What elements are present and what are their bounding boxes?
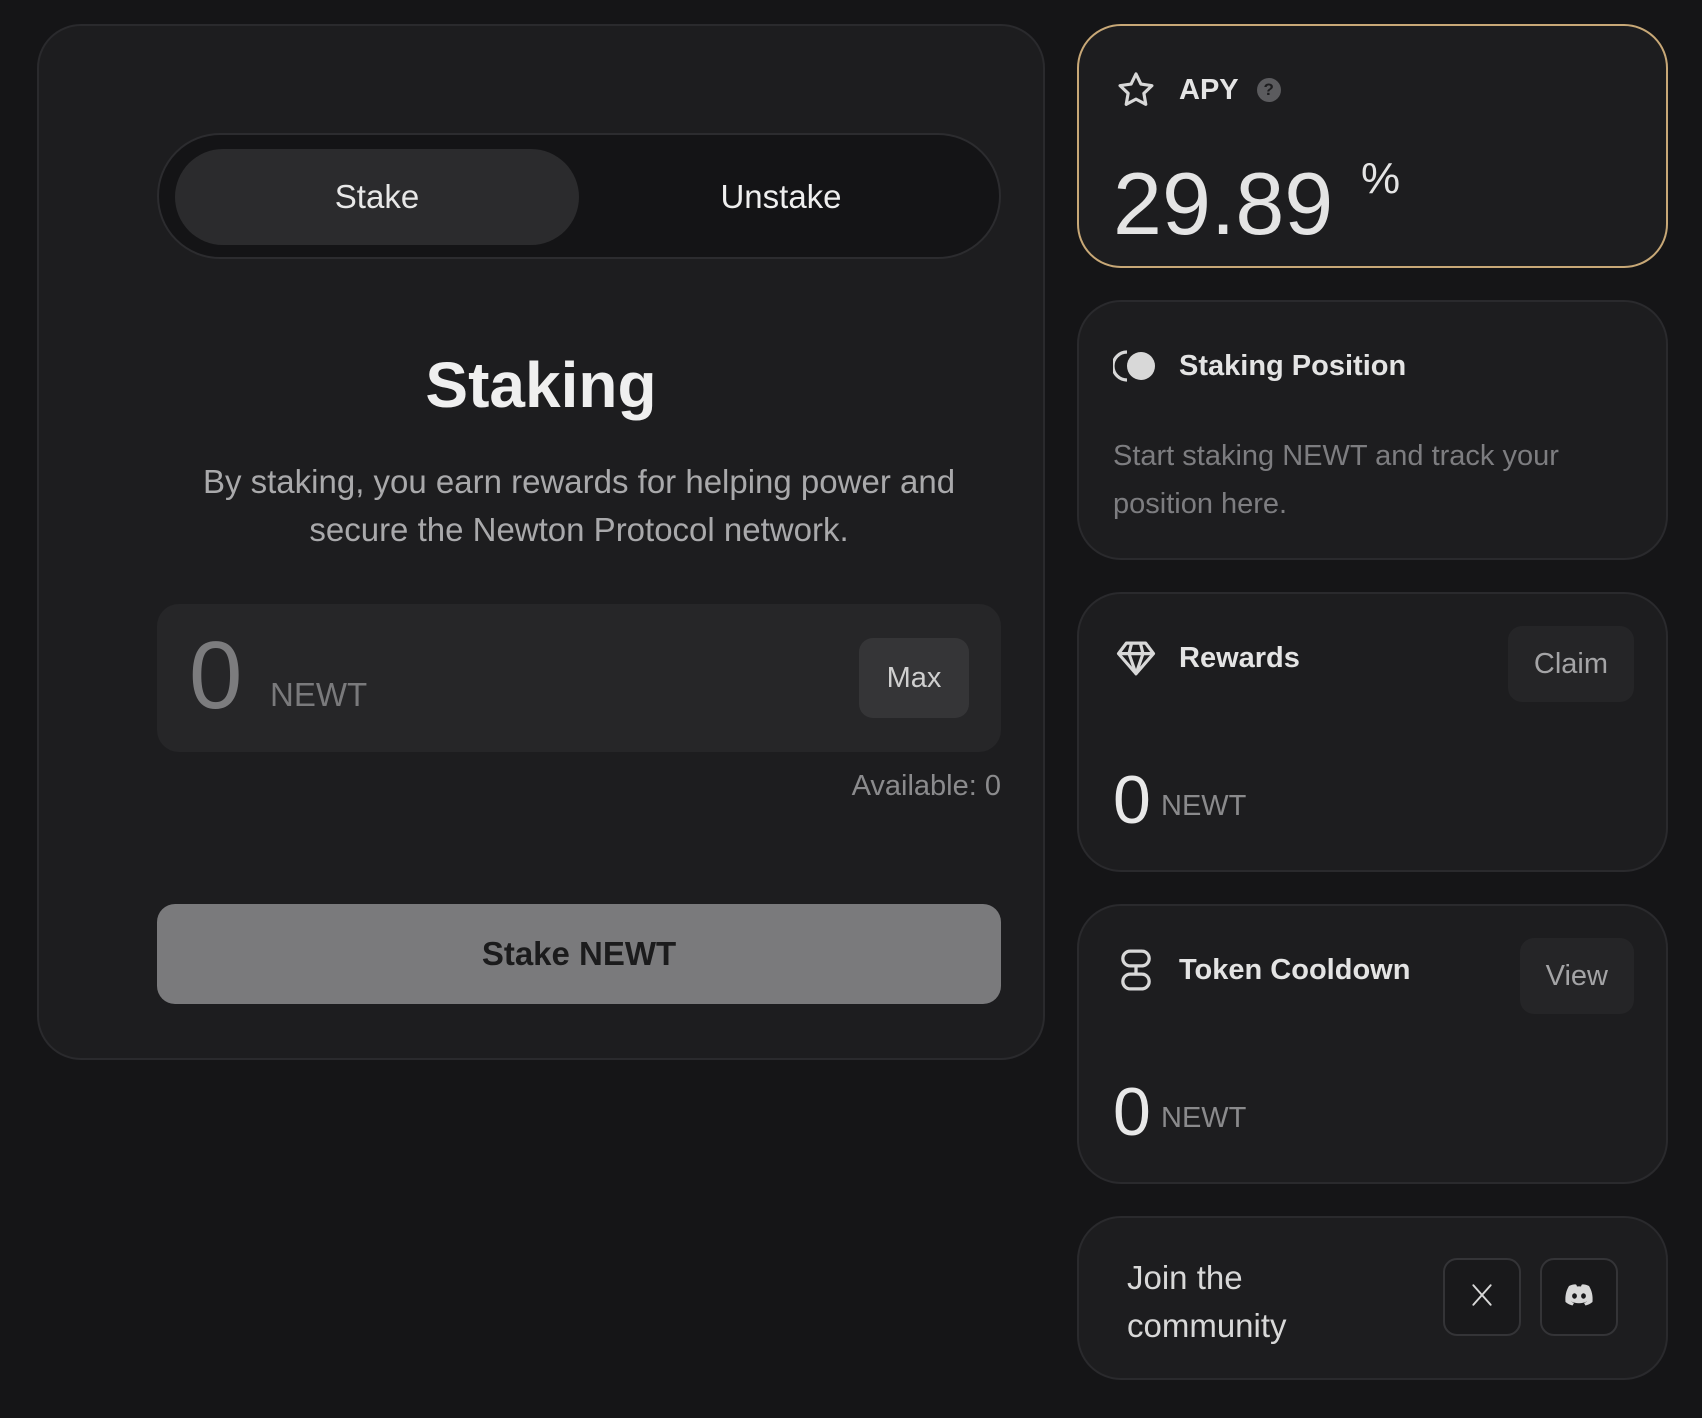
x-icon [1469,1282,1495,1313]
cooldown-value: 0 [1113,1074,1151,1150]
apy-card: APY ? 29.89 % [1077,24,1668,268]
rewards-card: Rewards Claim 0 NEWT [1077,592,1668,872]
star-icon [1113,67,1159,113]
apy-value: 29.89 [1113,154,1334,253]
view-button[interactable]: View [1519,938,1634,1014]
discord-link-button[interactable] [1540,1258,1618,1336]
tab-stake[interactable]: Stake [175,149,579,245]
apy-unit: % [1361,154,1401,203]
amount-input[interactable]: 0 NEWT Max [157,604,1001,752]
stake-unstake-toggle: Stake Unstake [157,133,1001,259]
community-text: Join the community [1127,1259,1287,1344]
token-cooldown-title: Token Cooldown [1179,953,1411,986]
tab-unstake[interactable]: Unstake [579,149,983,245]
panel-title: Staking [425,349,657,421]
amount-unit: NEWT [270,676,368,713]
apy-title: APY [1179,73,1239,106]
max-button[interactable]: Max [859,638,969,718]
staking-panel: Stake Unstake Staking By staking, you ea… [37,24,1045,1060]
amount-value[interactable]: 0 [189,626,242,726]
rewards-unit: NEWT [1161,790,1247,822]
rewards-value: 0 [1113,762,1151,838]
claim-button[interactable]: Claim [1507,626,1634,702]
stake-newt-button[interactable]: Stake NEWT [157,904,1001,1004]
help-icon[interactable]: ? [1256,78,1281,102]
staking-position-card: Staking Position Start staking NEWT and … [1077,300,1668,560]
staking-position-text: Start staking NEWT and track your positi… [1113,440,1559,520]
community-card: Join the community [1077,1216,1668,1380]
token-cooldown-card: Token Cooldown View 0 NEWT [1077,904,1668,1184]
diamond-icon [1113,635,1159,681]
half-moon-icon [1113,343,1159,389]
available-balance: Available: 0 [851,770,1001,802]
panel-description: By staking, you earn rewards for helping… [202,463,956,548]
staking-position-title: Staking Position [1179,349,1407,382]
hourglass-icon [1113,947,1159,993]
x-link-button[interactable] [1443,1258,1521,1336]
cooldown-unit: NEWT [1161,1102,1247,1134]
discord-icon [1563,1282,1595,1313]
rewards-title: Rewards [1179,641,1300,674]
